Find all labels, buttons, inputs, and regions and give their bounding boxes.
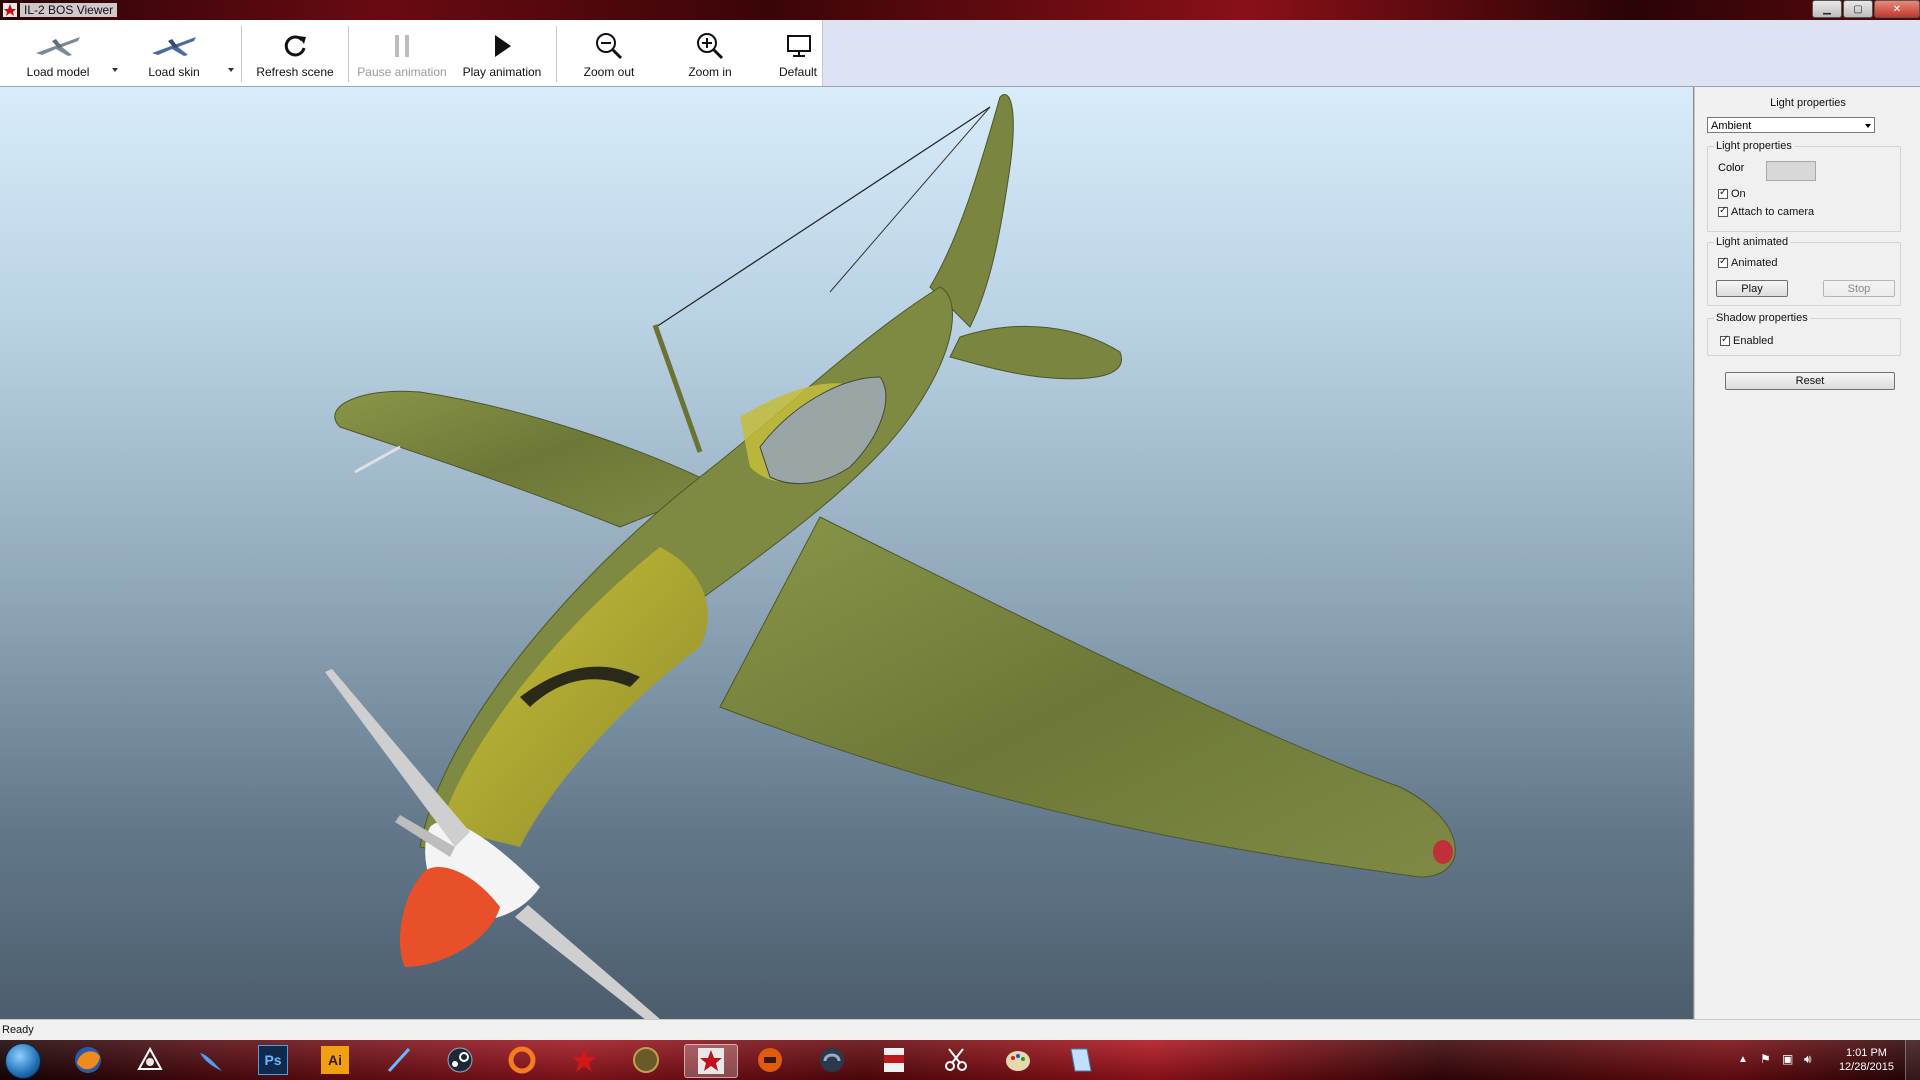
refresh-scene-button[interactable]: Refresh scene [252, 24, 338, 82]
light-properties-group: Light properties Color On Attach to came… [1707, 140, 1901, 232]
group-title: Light properties [1714, 140, 1794, 152]
steam-icon[interactable] [438, 1044, 482, 1076]
play-button[interactable]: Play [1716, 280, 1788, 297]
light-type-select[interactable]: Ambient [1707, 117, 1875, 133]
status-text: Ready [2, 1024, 34, 1036]
light-animated-group: Light animated Animated Play Stop [1707, 236, 1901, 306]
light-type-value: Ambient [1711, 120, 1752, 132]
color-swatch[interactable] [1766, 161, 1816, 181]
close-button[interactable]: ✕ [1874, 0, 1920, 18]
clock-time: 1:01 PM [1845, 1047, 1887, 1059]
red-star-icon[interactable] [562, 1044, 606, 1076]
default-view-button[interactable]: Default [770, 24, 826, 82]
refresh-scene-label: Refresh scene [256, 65, 334, 79]
title-bar: IL-2 BOS Viewer ▁ ▢ ✕ [0, 0, 1920, 20]
zoom-out-label: Zoom out [583, 65, 635, 79]
photoshop-icon[interactable]: Ps [251, 1044, 295, 1076]
attach-label: Attach to camera [1731, 206, 1815, 218]
load-skin-button[interactable]: Load skin [134, 24, 214, 82]
plane-model-icon [32, 30, 84, 62]
zoom-in-button[interactable]: Zoom in [666, 24, 754, 82]
paint-app-icon[interactable] [996, 1044, 1040, 1076]
reset-button[interactable]: Reset [1725, 372, 1895, 390]
play-icon [491, 30, 513, 62]
shadow-properties-group: Shadow properties Enabled [1707, 312, 1901, 356]
clock-date: 12/28/2015 [1838, 1061, 1894, 1073]
photoshop-label: Ps [258, 1045, 288, 1075]
animated-checkbox[interactable]: Animated [1718, 256, 1778, 269]
load-model-button[interactable]: Load model [18, 24, 98, 82]
load-skin-dropdown-icon[interactable] [228, 68, 234, 72]
maximize-button[interactable]: ▢ [1843, 0, 1873, 18]
enabled-checkbox-box[interactable] [1720, 334, 1730, 346]
app-icon [3, 3, 17, 17]
il2-viewer-icon[interactable] [684, 1044, 738, 1078]
panel-title: Light properties [1770, 97, 1846, 109]
bird-app-icon[interactable] [189, 1044, 233, 1076]
light-properties-panel: Light properties Ambient Light propertie… [1694, 87, 1920, 1019]
minimize-button[interactable]: ▁ [1812, 0, 1842, 18]
pause-animation-label: Pause animation [357, 65, 447, 79]
chevron-down-icon [1865, 124, 1871, 128]
play-animation-button[interactable]: Play animation [456, 24, 548, 82]
animated-checkbox-box[interactable] [1718, 256, 1728, 268]
medal-app-icon[interactable] [624, 1044, 668, 1076]
refresh-icon [281, 30, 309, 62]
show-hidden-icons-icon[interactable]: ▲ [1738, 1054, 1748, 1065]
monitor-icon [784, 30, 812, 62]
group-title: Light animated [1714, 236, 1791, 248]
origin-icon[interactable] [500, 1044, 544, 1076]
enabled-label: Enabled [1733, 335, 1774, 347]
zoom-in-icon [695, 30, 725, 62]
toolbar-separator [556, 26, 557, 82]
toolbar-separator [241, 26, 242, 82]
on-label: On [1731, 188, 1746, 200]
3d-viewport[interactable] [0, 87, 1694, 1019]
color-label: Color [1718, 162, 1745, 174]
3d-app-icon[interactable] [128, 1044, 172, 1076]
group-title: Shadow properties [1714, 312, 1810, 324]
firefox-icon[interactable] [66, 1044, 110, 1076]
zoom-in-label: Zoom in [688, 65, 732, 79]
system-tray: ▲ ⚑ ▣ 🔊︎ 1:01 PM 12/28/2015 [1730, 1040, 1920, 1080]
flag-icon[interactable]: ⚑ [1760, 1052, 1771, 1066]
on-checkbox-box[interactable] [1718, 187, 1728, 199]
pen-app-icon[interactable] [376, 1044, 420, 1076]
taskbar: Ps Ai ▲ ⚑ ▣ 🔊︎ 1:01 PM 12/28/2015 [0, 1040, 1920, 1080]
aircraft-model [325, 94, 1456, 1019]
network-icon[interactable]: ▣ [1782, 1052, 1793, 1066]
stop-button[interactable]: Stop [1823, 280, 1895, 297]
shadow-enabled-checkbox[interactable]: Enabled [1720, 334, 1774, 347]
zoom-out-button[interactable]: Zoom out [566, 24, 652, 82]
pause-animation-button[interactable]: Pause animation [354, 24, 450, 82]
scissors-app-icon[interactable] [934, 1044, 978, 1076]
pdf-app-icon[interactable] [872, 1044, 916, 1076]
headset-app-icon[interactable] [810, 1044, 854, 1076]
on-checkbox[interactable]: On [1718, 187, 1746, 200]
illustrator-label: Ai [321, 1046, 349, 1074]
animated-label: Animated [1731, 257, 1778, 269]
notepad-app-icon[interactable] [1058, 1044, 1102, 1076]
attach-checkbox-box[interactable] [1718, 205, 1728, 217]
illustrator-icon[interactable]: Ai [313, 1044, 357, 1076]
zoom-out-icon [594, 30, 624, 62]
show-desktop-button[interactable] [1905, 1040, 1920, 1080]
load-model-label: Load model [26, 65, 90, 79]
pause-icon [391, 30, 413, 62]
load-model-dropdown-icon[interactable] [112, 68, 118, 72]
load-skin-label: Load skin [148, 65, 200, 79]
play-animation-label: Play animation [462, 65, 542, 79]
clock[interactable]: 1:01 PM 12/28/2015 [1839, 1046, 1894, 1074]
window-title: IL-2 BOS Viewer [20, 3, 118, 17]
toolbar: Load model Load skin Refresh scene Pause… [0, 20, 1920, 87]
helmet-app-icon[interactable] [748, 1044, 792, 1076]
plane-skin-icon [148, 30, 200, 62]
default-view-label: Default [778, 65, 818, 79]
status-bar: Ready [0, 1019, 1920, 1040]
start-button[interactable] [5, 1043, 41, 1079]
volume-icon[interactable]: 🔊︎ [1804, 1052, 1812, 1067]
toolbar-separator [348, 26, 349, 82]
attach-to-camera-checkbox[interactable]: Attach to camera [1718, 205, 1815, 218]
